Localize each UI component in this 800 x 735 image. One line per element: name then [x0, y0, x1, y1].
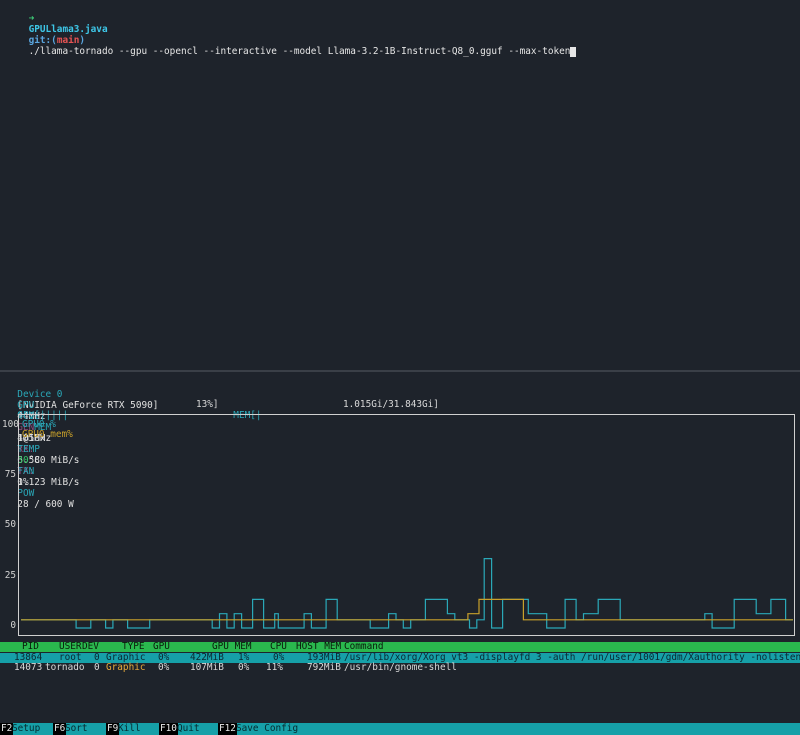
y-tick-label: 50	[4, 519, 16, 530]
git-branch: main	[56, 35, 80, 46]
device-line: Device 0 [NVIDIA GeForce RTX 5090] PCIe …	[6, 378, 158, 488]
col-header-dev[interactable]: DEV	[82, 642, 99, 652]
fkey-save-config[interactable]: F12	[218, 723, 237, 735]
col-header-command[interactable]: Command	[344, 642, 384, 652]
y-tick-label: 75	[4, 469, 16, 480]
col-header-cpu[interactable]: CPU	[270, 642, 287, 652]
current-directory: GPULlama3.java	[28, 24, 108, 35]
command-text[interactable]: ./llama-tornado --gpu --opencl --interac…	[29, 46, 571, 57]
git-label-close: )	[79, 35, 86, 46]
series-line-mem	[21, 598, 793, 621]
chart-plot-area	[21, 558, 793, 629]
cell-cpu: 11%	[266, 662, 283, 673]
y-tick-label: 0	[10, 620, 16, 631]
col-header-pid[interactable]: PID	[22, 642, 39, 652]
mem-util-value: 1.015Gi/31.843Gi]	[343, 399, 439, 410]
terminal-pane[interactable]: ➜ GPULlama3.java git:(main) ./llama-torn…	[0, 0, 800, 370]
cell-command: /usr/bin/gnome-shell	[344, 662, 457, 673]
y-tick-label: 100	[2, 419, 19, 430]
gpu-util-value: 13%]	[196, 399, 219, 410]
col-header-type[interactable]: TYPE	[122, 642, 145, 652]
cell-type: Graphic	[106, 662, 146, 673]
cell-gpu: 0%	[158, 662, 170, 673]
command-line[interactable]: ➜ GPULlama3.java git:(main) ./llama-torn…	[6, 2, 577, 57]
gpu-util-meter: GPU[|||||	[6, 399, 206, 421]
table-header[interactable]: PID USER DEV TYPE GPU GPU MEM CPU HOST M…	[0, 642, 800, 652]
fkey-setup-label[interactable]: Setup	[12, 723, 40, 735]
y-tick-label: 25	[4, 570, 16, 581]
col-header-user[interactable]: USER	[59, 642, 82, 652]
col-header-gpu[interactable]: GPU	[153, 642, 170, 652]
git-label: git:(	[28, 35, 57, 46]
fkey-quit-label[interactable]: Quit	[177, 723, 200, 735]
cell-host-mem: 792MiB	[307, 662, 341, 673]
fkey-kill-label[interactable]: Kill	[118, 723, 141, 735]
fkey-sort-label[interactable]: Sort	[65, 723, 88, 735]
prompt-arrow-icon: ➜	[28, 13, 35, 24]
fkey-quit[interactable]: F10	[159, 723, 178, 735]
fkey-save-config-label[interactable]: Save Config	[236, 723, 298, 735]
table-row[interactable]: 14073 tornado 0 Graphic 0% 107MiB 0% 11%…	[0, 663, 800, 673]
cell-dev: 0	[94, 662, 100, 673]
cell-gpu-mem-pct: 0%	[238, 662, 250, 673]
mem-util-meter: MEM[|	[222, 399, 261, 421]
cell-gpu-mem: 107MiB	[190, 662, 224, 673]
col-header-gpu-mem[interactable]: GPU MEM	[212, 642, 252, 652]
cell-user: tornado	[45, 662, 85, 673]
col-header-host-mem[interactable]: HOST MEM	[296, 642, 341, 652]
cell-pid: 14073	[14, 662, 43, 673]
function-key-bar: F2 Setup F6 Sort F9 Kill F10 Quit F12 Sa…	[0, 723, 800, 735]
cursor-block	[570, 46, 577, 57]
series-line-gpu	[21, 558, 793, 629]
